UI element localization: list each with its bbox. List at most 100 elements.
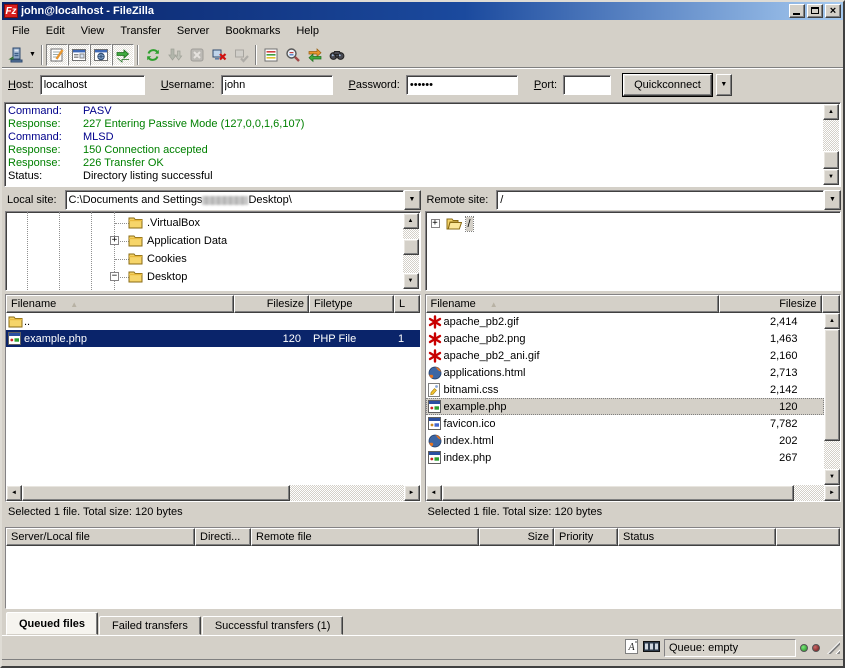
local-file-list-body[interactable]: ..example.php120PHP File1: [6, 313, 420, 485]
file-row-apache-pb2-ani-gif[interactable]: apache_pb2_ani.gif2,160: [426, 347, 825, 364]
remote-directory-tree[interactable]: +/: [425, 211, 842, 291]
disconnect-button[interactable]: [208, 44, 230, 66]
remote-site-path[interactable]: /: [496, 190, 824, 210]
toggle-local-treeview-button[interactable]: [68, 44, 90, 66]
file-row-example-php[interactable]: example.php120PHP File1: [6, 330, 420, 347]
tree-item-desktop[interactable]: −Desktop: [6, 268, 402, 286]
file-row-apache-pb2-gif[interactable]: apache_pb2.gif2,414: [426, 313, 825, 330]
file-row-example-php[interactable]: example.php120: [426, 398, 825, 415]
column-header-filename[interactable]: Filename▲: [6, 295, 234, 313]
scroll-thumb[interactable]: [22, 485, 290, 501]
expand-icon[interactable]: +: [110, 236, 119, 245]
toggle-message-log-button[interactable]: [46, 44, 68, 66]
local-site-combo[interactable]: C:\Documents and SettingsDesktop\ ▼: [65, 190, 421, 210]
local-site-path[interactable]: C:\Documents and SettingsDesktop\: [65, 190, 404, 210]
reconnect-button[interactable]: [230, 44, 252, 66]
file-row-applications-html[interactable]: applications.html2,713: [426, 364, 825, 381]
scroll-down-button[interactable]: ▼: [403, 273, 419, 289]
find-files-button[interactable]: [326, 44, 348, 66]
process-queue-button[interactable]: [164, 44, 186, 66]
synchronized-browsing-button[interactable]: [304, 44, 326, 66]
tab-failed-transfers[interactable]: Failed transfers: [99, 616, 201, 635]
menu-file[interactable]: File: [4, 23, 38, 39]
scroll-down-button[interactable]: ▼: [824, 469, 840, 485]
expand-icon[interactable]: +: [431, 219, 440, 228]
scroll-thumb[interactable]: [824, 329, 840, 441]
file-row-index-html[interactable]: index.html202: [426, 432, 825, 449]
tree-item--virtualbox[interactable]: .VirtualBox: [6, 214, 402, 232]
local-directory-tree[interactable]: .VirtualBox+Application DataCookies−Desk…: [5, 211, 421, 291]
site-manager-dropdown-button[interactable]: ▼: [27, 44, 38, 66]
column-header-status[interactable]: Status: [618, 528, 776, 546]
column-header-filesize[interactable]: Filesize: [234, 295, 309, 313]
column-header-filetype[interactable]: Filetype: [309, 295, 394, 313]
scroll-down-button[interactable]: ▼: [823, 169, 839, 185]
remote-horizontal-scrollbar[interactable]: ◄ ►: [426, 485, 841, 501]
scroll-thumb[interactable]: [442, 485, 794, 501]
username-input[interactable]: [221, 75, 333, 95]
password-input[interactable]: [406, 75, 518, 95]
scroll-thumb[interactable]: [823, 151, 839, 169]
local-site-dropdown-button[interactable]: ▼: [404, 190, 421, 210]
menu-edit[interactable]: Edit: [38, 23, 73, 39]
host-input[interactable]: [40, 75, 145, 95]
site-manager-button[interactable]: [5, 44, 27, 66]
file-row-bitnami-css[interactable]: bitnami.css2,142: [426, 381, 825, 398]
quickconnect-dropdown-button[interactable]: ▼: [716, 74, 732, 96]
close-button[interactable]: ×: [825, 4, 841, 18]
tree-item-root[interactable]: +/: [426, 215, 823, 233]
menu-bookmarks[interactable]: Bookmarks: [217, 23, 288, 39]
log-vertical-scrollbar[interactable]: ▲ ▼: [823, 104, 839, 185]
queue-list-body[interactable]: [6, 546, 840, 608]
tree-item-application-data[interactable]: +Application Data: [6, 232, 402, 250]
menu-server[interactable]: Server: [169, 23, 217, 39]
filename-filters-button[interactable]: [260, 44, 282, 66]
quickconnect-button[interactable]: Quickconnect: [623, 74, 712, 96]
menu-transfer[interactable]: Transfer: [112, 23, 169, 39]
scroll-thumb[interactable]: [403, 239, 419, 255]
column-header-server-local-file[interactable]: Server/Local file: [6, 528, 195, 546]
file-row-apache-pb2-png[interactable]: apache_pb2.png1,463: [426, 330, 825, 347]
toggle-transfer-queue-button[interactable]: [112, 44, 134, 66]
local-horizontal-scrollbar[interactable]: ◄ ►: [6, 485, 420, 501]
tab-queued-files[interactable]: Queued files: [6, 612, 98, 635]
menu-help[interactable]: Help: [288, 23, 327, 39]
file-row-index-php[interactable]: index.php267: [426, 449, 825, 466]
column-header-lastmodified[interactable]: L: [394, 295, 420, 313]
directory-comparison-button[interactable]: [282, 44, 304, 66]
toggle-remote-treeview-button[interactable]: [90, 44, 112, 66]
column-header-remote-file[interactable]: Remote file: [251, 528, 479, 546]
resize-grip[interactable]: [827, 641, 840, 654]
cancel-operation-button[interactable]: [186, 44, 208, 66]
scroll-up-button[interactable]: ▲: [403, 213, 419, 229]
remote-file-list-body[interactable]: apache_pb2.gif2,414apache_pb2.png1,463ap…: [426, 313, 841, 485]
port-input[interactable]: [563, 75, 611, 95]
scroll-right-button[interactable]: ►: [404, 485, 420, 501]
column-header-filesize[interactable]: Filesize: [719, 295, 822, 313]
column-header-priority[interactable]: Priority: [554, 528, 618, 546]
file-row--[interactable]: ..: [6, 313, 420, 330]
scroll-left-button[interactable]: ◄: [6, 485, 22, 501]
column-header-filename[interactable]: Filename▲: [426, 295, 719, 313]
filename-text: apache_pb2_ani.gif: [444, 350, 540, 362]
column-header-direction[interactable]: Directi...: [195, 528, 251, 546]
local-tree-vertical-scrollbar[interactable]: ▲ ▼: [403, 213, 419, 289]
column-header-size[interactable]: Size: [479, 528, 554, 546]
maximize-button[interactable]: [807, 4, 823, 18]
refresh-button[interactable]: [142, 44, 164, 66]
local-file-list-header: Filename▲ Filesize Filetype L: [6, 295, 420, 313]
menu-view[interactable]: View: [73, 23, 113, 39]
remote-site-dropdown-button[interactable]: ▼: [824, 190, 841, 210]
minimize-button[interactable]: [789, 4, 805, 18]
scroll-up-button[interactable]: ▲: [823, 104, 839, 120]
tab-successful-transfers[interactable]: Successful transfers (1): [202, 616, 344, 635]
file-row-favicon-ico[interactable]: favicon.ico7,782: [426, 415, 825, 432]
scroll-right-button[interactable]: ►: [824, 485, 840, 501]
scroll-left-button[interactable]: ◄: [426, 485, 442, 501]
collapse-icon[interactable]: −: [110, 272, 119, 281]
scroll-up-button[interactable]: ▲: [824, 313, 840, 329]
tree-item-cookies[interactable]: Cookies: [6, 250, 402, 268]
message-log-panel[interactable]: Command:PASVResponse:227 Entering Passiv…: [4, 102, 841, 187]
remote-vertical-scrollbar[interactable]: ▲ ▼: [824, 313, 840, 485]
remote-site-combo[interactable]: / ▼: [496, 190, 841, 210]
